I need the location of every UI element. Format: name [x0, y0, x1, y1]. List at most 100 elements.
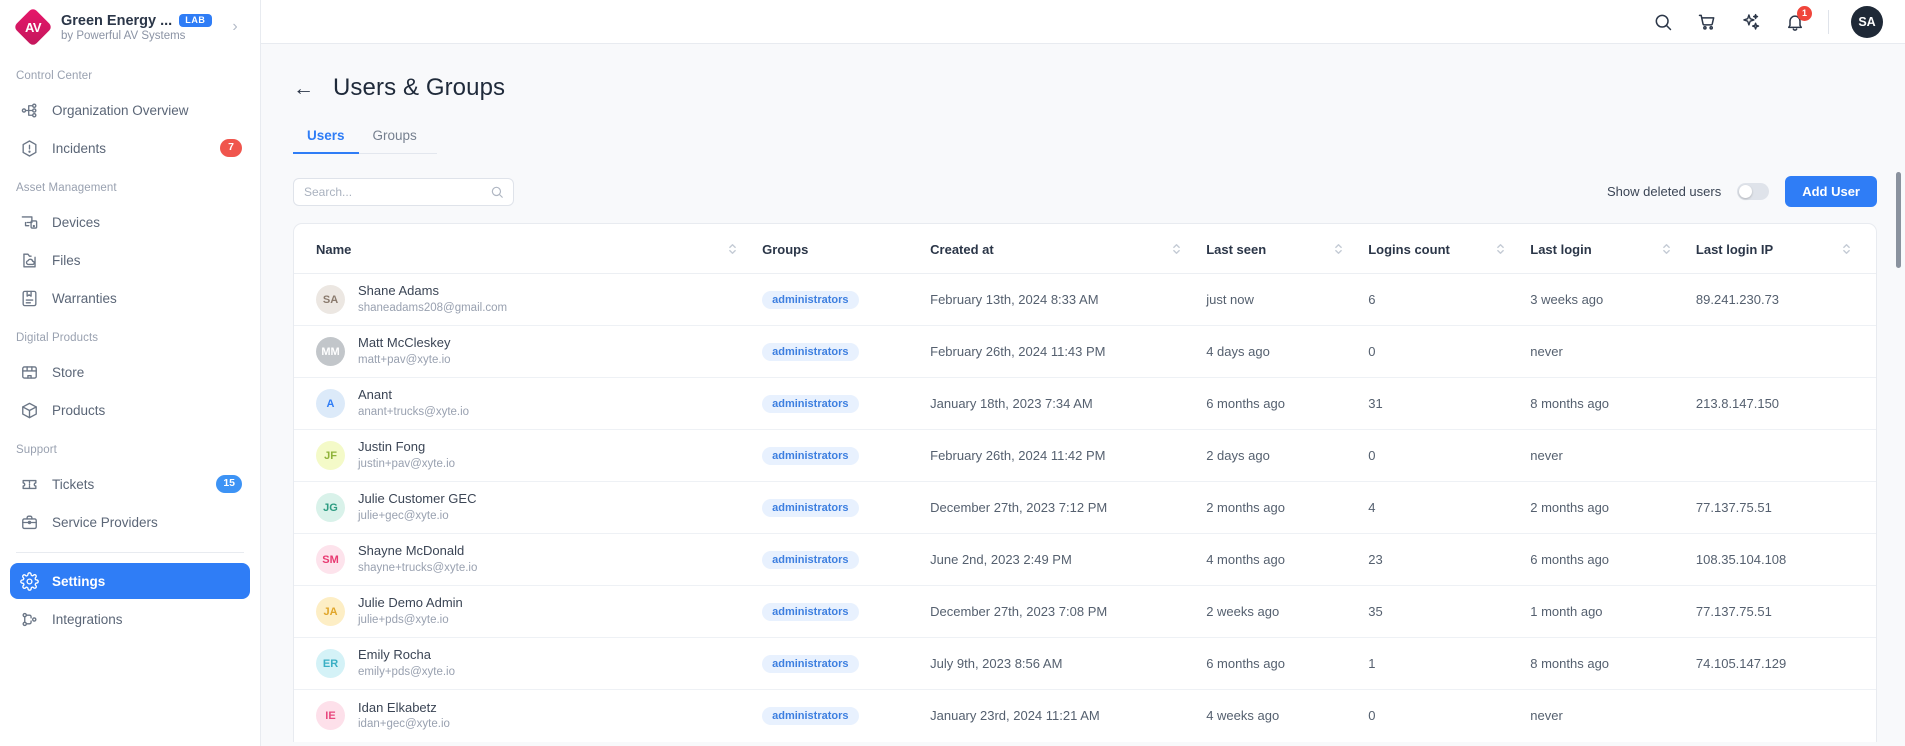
sidebar-item-label: Warranties	[52, 290, 117, 306]
show-deleted-users-toggle[interactable]	[1737, 183, 1770, 200]
page-header: ← Users & Groups	[293, 74, 1877, 102]
user-name: Julie Demo Admin	[358, 595, 463, 611]
table-row[interactable]: ER Emily Rocha emily+pds@xyte.io administra…	[294, 637, 1876, 690]
group-chip[interactable]: administrators	[762, 446, 859, 465]
box-icon	[18, 399, 40, 421]
group-chip[interactable]: administrators	[762, 550, 859, 569]
cell-groups: administrators	[762, 481, 931, 534]
table-row[interactable]: SM Shayne McDonald shayne+trucks@xyte.io ad…	[294, 533, 1876, 586]
table-toolbar: Show deleted users Add User	[293, 176, 1877, 207]
sidebar-item-store[interactable]: Store	[10, 354, 250, 390]
sparkles-icon[interactable]	[1740, 11, 1762, 33]
sidebar-item-tickets[interactable]: Tickets 15	[10, 466, 250, 502]
column-header-logins-count[interactable]: Logins count	[1368, 224, 1531, 274]
notification-count-badge: 1	[1797, 5, 1812, 21]
bell-icon[interactable]: 1	[1784, 5, 1812, 33]
avatar[interactable]: SA	[1851, 5, 1883, 38]
brand-header[interactable]: AV Green Energy ... LAB by Powerful AV S…	[0, 0, 260, 47]
search-input[interactable]	[304, 184, 490, 199]
sidebar-item-settings[interactable]: Settings	[10, 563, 250, 599]
user-name: Shayne McDonald	[358, 543, 465, 559]
cell-logins-count: 0	[1368, 429, 1531, 482]
group-chip[interactable]: administrators	[762, 290, 859, 309]
column-header-last-seen[interactable]: Last seen	[1206, 224, 1369, 274]
column-header-last-login-ip[interactable]: Last login IP	[1695, 224, 1876, 274]
cell-created-at: January 18th, 2023 7:34 AM	[930, 377, 1207, 430]
sort-icon[interactable]	[1661, 241, 1672, 257]
add-user-button[interactable]: Add User	[1785, 176, 1877, 207]
column-header-groups: Groups	[762, 224, 931, 274]
column-header-last-login[interactable]: Last login	[1530, 224, 1696, 274]
group-chip[interactable]: administrators	[762, 602, 859, 621]
table-row[interactable]: A Anant anant+trucks@xyte.io administrators…	[294, 377, 1876, 430]
group-chip[interactable]: administrators	[762, 654, 859, 673]
user-name: Matt McCleskey	[358, 335, 451, 351]
devices-icon	[18, 211, 40, 233]
table-body: SA Shane Adams shaneadams208@gmail.com admi…	[294, 273, 1876, 742]
cell-last-login-ip: 213.8.147.150	[1695, 377, 1876, 430]
search-icon[interactable]	[1652, 11, 1674, 33]
column-label: Last login	[1530, 241, 1592, 257]
brand-name: Green Energy ...	[61, 12, 173, 29]
cell-last-login: 8 months ago	[1530, 377, 1696, 430]
table-row[interactable]: JA Julie Demo Admin julie+pds@xyte.io admin…	[294, 585, 1876, 638]
sort-icon[interactable]	[1171, 241, 1182, 257]
group-chip[interactable]: administrators	[762, 342, 859, 361]
cart-icon[interactable]	[1696, 11, 1718, 33]
table-header: Name Groups Created at Last seen Logins …	[294, 224, 1876, 274]
table-row[interactable]: SA Shane Adams shaneadams208@gmail.com admi…	[294, 273, 1876, 326]
sidebar-item-files[interactable]: Files	[10, 242, 250, 278]
back-arrow-icon[interactable]: ←	[293, 78, 314, 99]
table-row[interactable]: IE Idan Elkabetz idan+gec@xyte.io administr…	[294, 690, 1876, 742]
search-box[interactable]	[293, 177, 514, 206]
topbar-divider	[1828, 9, 1829, 34]
group-chip[interactable]: administrators	[762, 706, 859, 725]
cell-created-at: July 9th, 2023 8:56 AM	[930, 637, 1207, 690]
cell-name: SA Shane Adams shaneadams208@gmail.com	[294, 273, 763, 326]
sidebar-item-label: Devices	[52, 214, 101, 230]
column-header-name[interactable]: Name	[294, 224, 763, 274]
sort-icon[interactable]	[1841, 241, 1852, 257]
page-content: ← Users & Groups Users Groups Sho	[261, 44, 1905, 746]
tab-users[interactable]: Users	[293, 128, 359, 154]
tab-groups[interactable]: Groups	[359, 128, 431, 153]
sidebar-item-organization-overview[interactable]: Organization Overview	[10, 92, 250, 128]
table-row[interactable]: JF Justin Fong justin+pav@xyte.io administr…	[294, 429, 1876, 482]
cell-last-login: 1 month ago	[1530, 585, 1696, 638]
sidebar-item-service-providers[interactable]: Service Providers	[10, 504, 250, 540]
sidebar-item-label: Files	[52, 252, 81, 268]
sidebar-item-warranties[interactable]: Warranties	[10, 280, 250, 316]
cell-groups: administrators	[762, 533, 931, 586]
cell-logins-count: 1	[1368, 637, 1531, 690]
cell-last-seen: 2 months ago	[1206, 481, 1369, 534]
user-email: shaneadams208@gmail.com	[358, 302, 508, 315]
sort-icon[interactable]	[727, 241, 738, 257]
sidebar-item-integrations[interactable]: Integrations	[10, 601, 250, 637]
column-header-created-at[interactable]: Created at	[930, 224, 1207, 274]
group-chip[interactable]: administrators	[762, 498, 859, 517]
sidebar-item-incidents[interactable]: Incidents 7	[10, 130, 250, 166]
sort-icon[interactable]	[1495, 241, 1506, 257]
cell-last-seen: 4 weeks ago	[1206, 708, 1280, 724]
sidebar-item-devices[interactable]: Devices	[10, 204, 250, 240]
sidebar: AV Green Energy ... LAB by Powerful AV S…	[0, 0, 261, 746]
sidebar-nav: Control Center Organization Overview Inc…	[0, 44, 260, 637]
sort-icon[interactable]	[1333, 241, 1344, 257]
table-row[interactable]: JG Julie Customer GEC julie+gec@xyte.io adm…	[294, 481, 1876, 534]
integrations-icon	[18, 608, 40, 630]
cell-groups: administrators	[762, 585, 931, 638]
tab-bar: Users Groups	[293, 128, 437, 154]
scrollbar-thumb[interactable]	[1896, 172, 1901, 268]
sidebar-item-label: Incidents	[52, 140, 107, 156]
group-chip[interactable]: administrators	[762, 394, 859, 413]
sidebar-item-products[interactable]: Products	[10, 392, 250, 428]
sidebar-section-control-center: Control Center	[16, 70, 93, 82]
app-root: AV Green Energy ... LAB by Powerful AV S…	[0, 0, 1905, 746]
cell-last-login: never	[1530, 429, 1696, 482]
vertical-scrollbar[interactable]	[1896, 50, 1901, 610]
user-name: Anant	[358, 387, 392, 403]
table-row[interactable]: MM Matt McCleskey matt+pav@xyte.io administ…	[294, 325, 1876, 378]
alert-hexagon-icon	[18, 137, 40, 159]
cell-last-seen: 6 months ago	[1206, 377, 1369, 430]
chevron-right-icon[interactable]: ›	[224, 18, 246, 36]
